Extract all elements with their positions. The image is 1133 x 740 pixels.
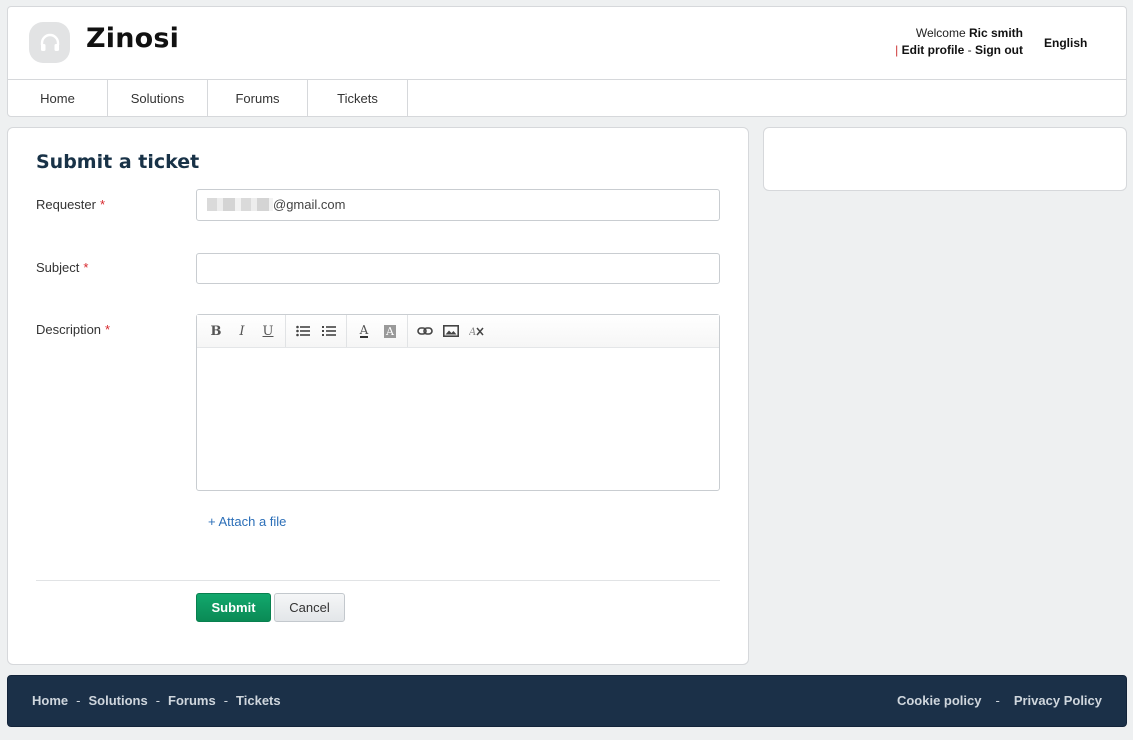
- nav-tickets[interactable]: Tickets: [308, 80, 408, 116]
- link-separator: -: [967, 43, 972, 57]
- bullet-list-button[interactable]: [290, 319, 316, 343]
- edit-profile-link[interactable]: Edit profile: [902, 43, 965, 57]
- cancel-button[interactable]: Cancel: [274, 593, 345, 622]
- submit-button[interactable]: Submit: [196, 593, 271, 622]
- font-color-icon: A: [359, 323, 369, 338]
- numbered-list-button[interactable]: [316, 319, 342, 343]
- footer-separator: -: [155, 693, 161, 708]
- footer-separator: -: [223, 693, 229, 708]
- subject-label-text: Subject: [36, 260, 80, 275]
- editor-content-area[interactable]: [197, 348, 719, 490]
- sign-out-link[interactable]: Sign out: [975, 43, 1023, 57]
- language-selector[interactable]: English: [1044, 36, 1087, 50]
- nav-home[interactable]: Home: [8, 80, 108, 116]
- numbered-list-icon: [322, 326, 336, 336]
- insert-group: A: [412, 315, 494, 347]
- description-label-text: Description: [36, 322, 102, 337]
- clear-format-icon: A: [469, 327, 484, 337]
- format-group: B I U: [203, 315, 286, 347]
- site-header: Zinosi Welcome Ric smith | Edit profile …: [7, 6, 1127, 80]
- ticket-form-card: Submit a ticket Requester * @gmail.com Su…: [7, 127, 749, 665]
- cookie-policy-link[interactable]: Cookie policy: [897, 693, 982, 708]
- footer-nav: Home - Solutions - Forums - Tickets: [32, 693, 281, 708]
- requester-value: @gmail.com: [273, 197, 346, 212]
- required-marker: *: [99, 197, 106, 212]
- footer-link-home[interactable]: Home: [32, 693, 68, 708]
- nav-solutions[interactable]: Solutions: [108, 80, 208, 116]
- footer-link-solutions[interactable]: Solutions: [88, 693, 147, 708]
- description-label: Description *: [36, 322, 110, 337]
- requester-label: Requester *: [36, 197, 105, 212]
- requester-field[interactable]: @gmail.com: [196, 189, 720, 221]
- footer-link-forums[interactable]: Forums: [168, 693, 216, 708]
- insert-image-button[interactable]: [438, 319, 464, 343]
- bullet-list-icon: [296, 325, 310, 337]
- description-editor: B I U A A A: [196, 314, 720, 491]
- site-footer: Home - Solutions - Forums - Tickets Cookie pol…: [7, 675, 1127, 727]
- clear-format-button[interactable]: A: [464, 319, 490, 343]
- privacy-policy-link[interactable]: Privacy Policy: [1014, 693, 1102, 708]
- italic-button[interactable]: I: [229, 319, 255, 343]
- list-group: [290, 315, 347, 347]
- underline-button[interactable]: U: [255, 319, 281, 343]
- logo[interactable]: [29, 22, 70, 63]
- insert-link-button[interactable]: [412, 319, 438, 343]
- background-color-icon: A: [384, 324, 396, 338]
- footer-link-tickets[interactable]: Tickets: [236, 693, 281, 708]
- footer-separator: -: [76, 693, 81, 708]
- separator: |: [895, 43, 899, 57]
- footer-separator: -: [995, 693, 1000, 708]
- attach-file-link[interactable]: + Attach a file: [208, 514, 286, 529]
- headset-icon: [40, 33, 59, 51]
- welcome-text: Welcome: [915, 26, 966, 40]
- nav-forums[interactable]: Forums: [208, 80, 308, 116]
- image-icon: [443, 325, 459, 337]
- main-nav: Home Solutions Forums Tickets: [7, 79, 1127, 117]
- bold-button[interactable]: B: [203, 319, 229, 343]
- color-group: A A: [351, 315, 408, 347]
- background-color-button[interactable]: A: [377, 319, 403, 343]
- brand-name[interactable]: Zinosi: [86, 23, 179, 54]
- sidebar-panel: [763, 127, 1127, 191]
- page-title: Submit a ticket: [36, 151, 200, 173]
- subject-label: Subject *: [36, 260, 88, 275]
- user-name: Ric smith: [968, 26, 1023, 40]
- redacted-email: [207, 198, 273, 211]
- required-marker: *: [83, 260, 89, 275]
- requester-label-text: Requester: [36, 197, 96, 212]
- font-color-button[interactable]: A: [351, 319, 377, 343]
- required-marker: *: [105, 322, 111, 337]
- link-icon: [417, 327, 433, 335]
- editor-toolbar: B I U A A A: [197, 315, 719, 348]
- subject-input[interactable]: [196, 253, 720, 284]
- svg-text:A: A: [469, 327, 476, 337]
- footer-policies: Cookie policy - Privacy Policy: [897, 693, 1102, 708]
- user-menu: Welcome Ric smith | Edit profile - Sign …: [895, 25, 1023, 59]
- form-divider: [36, 580, 720, 581]
